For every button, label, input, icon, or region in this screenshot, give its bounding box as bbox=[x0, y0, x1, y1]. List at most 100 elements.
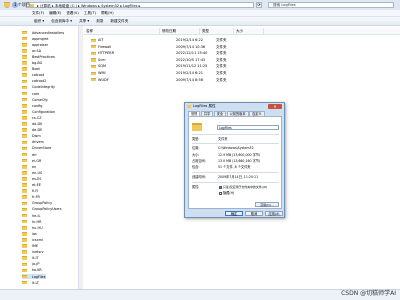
folder-icon bbox=[22, 116, 27, 120]
tree-item[interactable]: appmgmt bbox=[22, 36, 48, 41]
tree-item[interactable]: en-US bbox=[22, 170, 42, 175]
tree-item[interactable]: hr-HR bbox=[22, 219, 41, 224]
tree-item[interactable]: drr bbox=[22, 152, 37, 157]
tree-item[interactable]: catroot bbox=[22, 73, 44, 78]
tree-item[interactable]: GroupPolicyUsers bbox=[22, 207, 62, 212]
tree-item[interactable]: GroupPolicy bbox=[22, 201, 52, 206]
tree-item[interactable]: hu-HU bbox=[22, 225, 43, 230]
menu-help[interactable]: 帮助(H) bbox=[101, 11, 114, 16]
tree-item[interactable]: drivers bbox=[22, 140, 44, 145]
refresh-button[interactable]: ⟳ bbox=[256, 2, 262, 8]
tree-item[interactable]: Configuration bbox=[22, 109, 55, 114]
menu-file[interactable]: 文件(F) bbox=[32, 11, 44, 16]
status-bar bbox=[0, 289, 400, 300]
tree-item[interactable]: he-IL bbox=[22, 213, 40, 218]
list-item[interactable]: Scm 2022/10/5 17:43 文件夹 bbox=[84, 57, 284, 63]
list-item[interactable]: AIT 2019/2/14 6:22 文件夹 bbox=[84, 37, 284, 43]
include-in-library-button[interactable]: 包含到库中 ▾ bbox=[51, 19, 72, 24]
list-item-name: WMI bbox=[98, 71, 106, 75]
list-item[interactable]: WMI 2019/2/14 6:21 文件夹 bbox=[84, 70, 284, 76]
list-header: 名称 修改日期 类型 大小 bbox=[84, 28, 400, 35]
advanced-button[interactable]: 高级(D)... bbox=[255, 202, 279, 207]
cancel-button[interactable]: 取消 bbox=[245, 211, 263, 216]
tree-item[interactable]: com bbox=[22, 91, 39, 96]
tree-item[interactable]: Boot bbox=[22, 67, 40, 72]
list-item[interactable]: HTTPERR 2022/12/11 15:40 文件夹 bbox=[84, 50, 284, 56]
tree-item[interactable]: es-ES bbox=[22, 176, 41, 181]
hidden-checkbox[interactable] bbox=[219, 191, 222, 195]
folder-icon bbox=[22, 91, 27, 96]
tree-item[interactable]: ko-KR bbox=[22, 268, 42, 273]
tree-item[interactable]: LogFiles bbox=[22, 274, 46, 280]
tree-item[interactable]: bg-BG bbox=[22, 61, 42, 66]
column-size[interactable]: 大小 bbox=[234, 28, 264, 34]
tree-item[interactable]: it-IT bbox=[22, 256, 39, 261]
tree-item[interactable]: ja-JP bbox=[22, 262, 39, 267]
tree-item-label: DriverStore bbox=[32, 146, 52, 151]
tree-item[interactable]: DriverStore bbox=[22, 146, 51, 151]
tree-item-label: bg-BG bbox=[32, 61, 43, 66]
tree-item[interactable]: ar-SA bbox=[22, 48, 41, 53]
tree-item[interactable]: appraiser bbox=[22, 42, 48, 47]
properties-dialog: LogFiles 属性 ✕ 常规 共享 安全 以前的版本 自定义 LogFile… bbox=[184, 102, 285, 218]
tree-scrollbar[interactable] bbox=[78, 26, 83, 289]
list-item[interactable]: Firewall 2009/7/14 10:36 文件夹 bbox=[84, 44, 284, 50]
tree-item[interactable]: en bbox=[22, 164, 36, 169]
tree-item[interactable]: BestPractices bbox=[22, 54, 55, 59]
tree-item[interactable]: Dism bbox=[22, 134, 41, 139]
search-input[interactable]: 搜索 LogFiles bbox=[268, 2, 394, 8]
list-item[interactable]: WUDF 2009/7/14 8:56 文件夹 bbox=[84, 77, 284, 83]
folder-icon bbox=[91, 71, 96, 75]
tree-item[interactable]: fi-FI bbox=[22, 189, 38, 194]
share-button[interactable]: 共享 ▾ bbox=[79, 19, 89, 24]
tree-item[interactable]: fr-FR bbox=[22, 195, 40, 200]
tree-item-label: en-US bbox=[32, 170, 43, 175]
tree-item[interactable]: inetsrv bbox=[22, 250, 44, 255]
tree-item[interactable]: config bbox=[22, 103, 42, 108]
menu-edit[interactable]: 编辑(E) bbox=[49, 11, 61, 16]
tree-item[interactable]: da-DK bbox=[22, 122, 42, 127]
organize-button[interactable]: 组织 ▾ bbox=[34, 19, 44, 24]
tree-item[interactable]: de-DE bbox=[22, 128, 42, 133]
apply-button[interactable]: 应用(A) bbox=[265, 211, 283, 216]
tree-item[interactable]: ComeCfg bbox=[22, 97, 48, 102]
folder-icon bbox=[22, 36, 27, 41]
size-label: 大小: bbox=[192, 153, 200, 157]
tree-item-label: inetsrv bbox=[32, 250, 44, 255]
tree-item[interactable]: AdvancedInstallers bbox=[22, 30, 64, 35]
folder-name-input[interactable]: LogFiles bbox=[217, 125, 279, 130]
folder-icon bbox=[22, 189, 27, 193]
tree-item[interactable]: IME bbox=[22, 244, 38, 249]
folder-icon bbox=[22, 140, 27, 145]
folder-icon bbox=[22, 85, 27, 90]
new-folder-button[interactable]: 新建文件夹 bbox=[110, 19, 128, 24]
menu-tools[interactable]: 工具(T) bbox=[84, 11, 96, 16]
tree-item[interactable]: et-EE bbox=[22, 183, 41, 188]
column-type[interactable]: 类型 bbox=[200, 28, 234, 34]
contains-value: 51 个文件, 8 个文件夹 bbox=[218, 165, 251, 169]
tree-item[interactable]: lt-LT bbox=[22, 280, 39, 285]
column-name[interactable]: 名称 bbox=[84, 28, 160, 34]
burn-button[interactable]: 刻录 bbox=[96, 19, 103, 24]
folder-icon bbox=[22, 122, 27, 126]
close-button[interactable]: ✕ bbox=[268, 104, 282, 109]
address-field[interactable]: ▸ 计算机 ▸ 本地磁盘 (C:) ▸ Windows ▸ System32 ▸… bbox=[26, 2, 254, 8]
ok-button[interactable]: 确定 bbox=[225, 211, 243, 216]
tree-item-label: appraiser bbox=[32, 42, 49, 47]
list-item-date: 2009/7/14 8:56 bbox=[176, 77, 203, 82]
tree-item[interactable]: ias bbox=[22, 231, 37, 236]
tree-item[interactable]: cs-CZ bbox=[22, 115, 42, 120]
attributes-label: 属性: bbox=[192, 185, 200, 189]
readonly-checkbox[interactable] bbox=[219, 185, 222, 189]
list-item-date: 2022/10/5 17:43 bbox=[176, 57, 206, 62]
tree-item[interactable]: CodeIntegrity bbox=[22, 85, 55, 90]
list-item-name: AIT bbox=[98, 38, 104, 42]
watermark: CSDN @切糕师学AI bbox=[341, 290, 396, 297]
column-date[interactable]: 修改日期 bbox=[160, 28, 200, 34]
tree-item[interactable]: el-GR bbox=[22, 158, 41, 163]
tree-item[interactable]: icsxml bbox=[22, 237, 43, 242]
readonly-label: 只读(仅应用于文件夹中的文件)(R) bbox=[223, 185, 268, 189]
tree-item[interactable]: catroot2 bbox=[22, 79, 46, 84]
list-item[interactable]: SQM 2019/11/12 11:25 文件夹 bbox=[84, 63, 284, 69]
menu-view[interactable]: 查看(V) bbox=[66, 11, 78, 16]
